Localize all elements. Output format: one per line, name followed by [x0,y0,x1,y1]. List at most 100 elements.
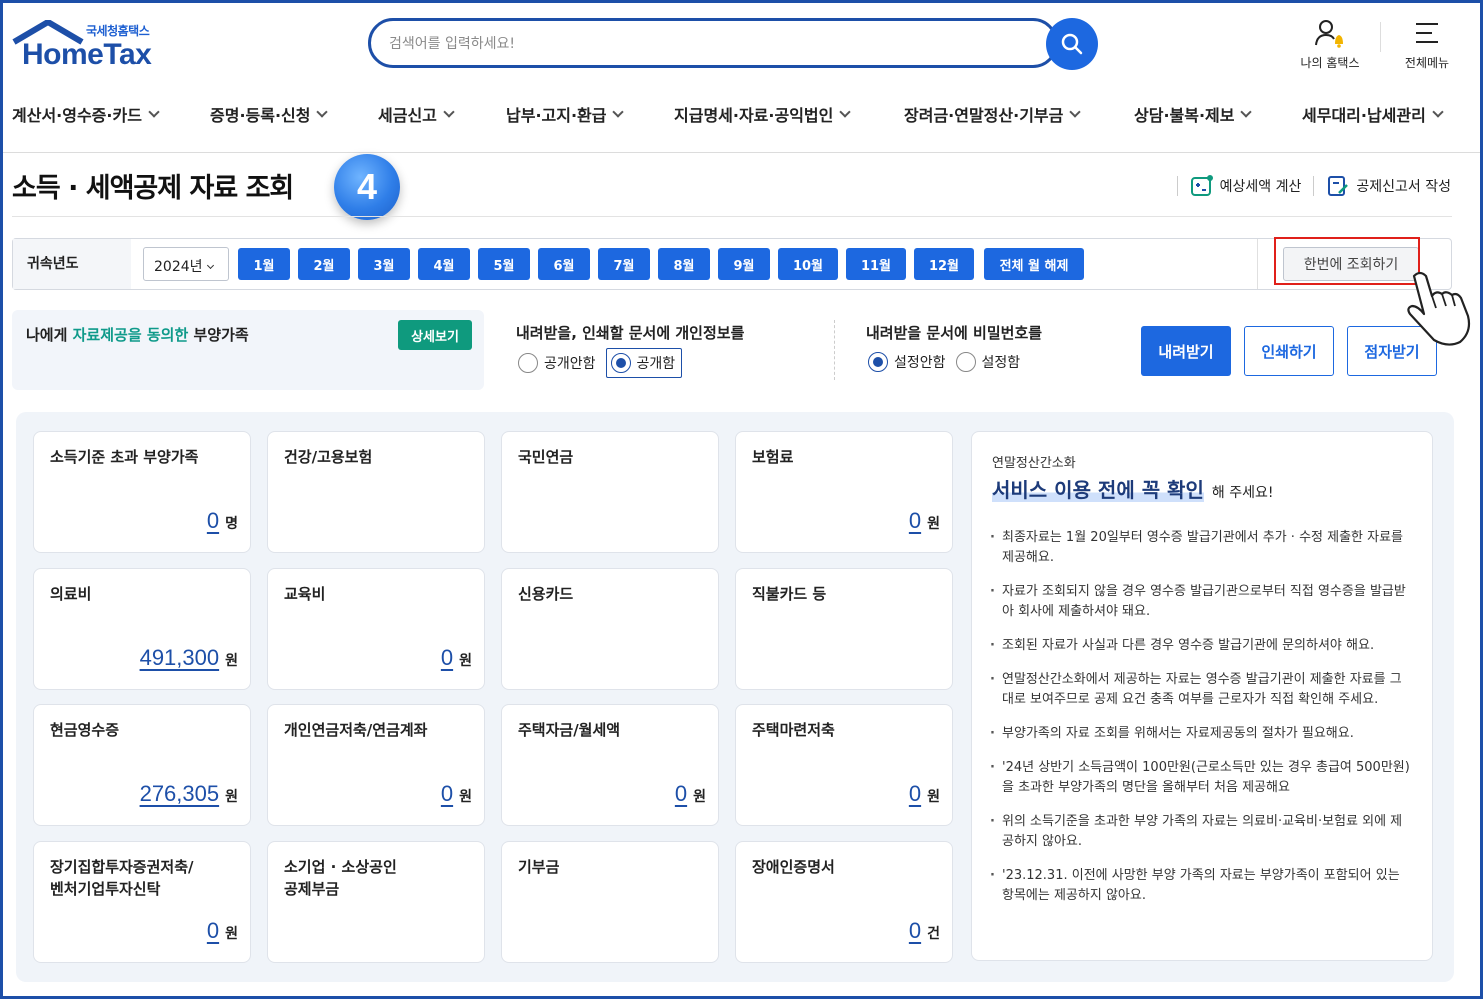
month-button-6[interactable]: 6월 [538,248,590,280]
clear-all-months-button[interactable]: 전체 월 해제 [984,248,1084,280]
deduction-card[interactable]: 교육비 0 원 [267,568,485,690]
chevron-down-icon [839,106,852,118]
card-amount-link[interactable]: 0 [441,645,453,671]
deduction-card[interactable]: 신용카드 [501,568,719,690]
card-unit: 원 [459,653,472,669]
month-button-1[interactable]: 1월 [238,248,290,280]
deduction-card[interactable]: 현금영수증 276,305 원 [33,704,251,826]
search-button[interactable] [1046,18,1098,70]
nav-item-consult[interactable]: 상담·불복·제보 [1134,102,1253,126]
deduction-card[interactable]: 기부금 [501,841,719,963]
notice-item: '23.12.31. 이전에 사망한 부양 가족의 자료는 부양가족이 포함되어… [990,866,1410,906]
nav-label: 지급명세·자료·공익법인 [674,106,834,125]
year-label: 귀속년도 [27,256,79,272]
my-hometax-link[interactable]: 나의 홈택스 [1292,18,1368,71]
card-unit: 명 [225,516,238,532]
card-value: 0원 [909,508,940,534]
deduction-card[interactable]: 국민연금 [501,431,719,553]
radio-label: 설정안함 [894,355,946,371]
hamburger-icon [1416,23,1438,43]
deduction-card[interactable]: 의료비 491,300 원 [33,568,251,690]
notice-item: 연말정산간소화에서 제공하는 자료는 영수증 발급기관이 제출한 자료를 그대로… [990,670,1410,710]
action-divider [1313,176,1315,196]
card-amount-link[interactable]: 0 [909,918,921,944]
card-title: 장기집합투자증권저축/ 벤처기업투자신탁 [50,858,194,898]
month-button-5[interactable]: 5월 [478,248,530,280]
card-value: 0원 [441,781,472,807]
card-amount-link[interactable]: 276,305 [140,781,220,807]
month-button-12[interactable]: 12월 [914,248,974,280]
card-title: 주택마련저축 [752,721,835,739]
chevron-down-icon [316,106,329,118]
deduction-card[interactable]: 소득기준 초과 부양가족 0 명 [33,431,251,553]
all-menu-button[interactable]: 전체메뉴 [1394,18,1460,71]
notice-panel: 연말정산간소화 서비스 이용 전에 꼭 확인 해 주세요! 최종자료는 1월 20… [971,431,1433,961]
notice-subtitle: 연말정산간소화 [992,456,1076,471]
search-input[interactable] [389,33,1029,55]
deduction-card[interactable]: 소기업 · 소상공인 공제부금 [267,841,485,963]
card-amount-link[interactable]: 0 [909,781,921,807]
card-unit: 원 [927,789,940,805]
privacy-radio-show[interactable]: 공개함 [605,348,683,378]
password-radio-set[interactable]: 설정함 [955,352,1020,372]
month-button-9[interactable]: 9월 [718,248,770,280]
privacy-radio-group: 공개안함 공개함 [518,348,692,378]
month-button-3[interactable]: 3월 [358,248,410,280]
consent-prefix: 나에게 [26,326,73,344]
radio-circle-checked [868,352,888,372]
card-amount-link[interactable]: 491,300 [140,645,220,671]
month-button-8[interactable]: 8월 [658,248,710,280]
estimate-tax-link[interactable]: 예상세액 계산 [1190,174,1301,198]
deduction-card[interactable]: 직불카드 등 [735,568,953,690]
download-button[interactable]: 내려받기 [1141,326,1231,376]
year-select[interactable]: 2024년 [143,247,229,281]
hometax-logo[interactable]: 국세청홈택스 HomeTax [12,18,172,74]
write-deduction-link[interactable]: 공제신고서 작성 [1326,174,1451,198]
radio-label: 공개안함 [544,356,596,372]
card-amount-link[interactable]: 0 [441,781,453,807]
card-amount-link[interactable]: 0 [675,781,687,807]
card-value: 0원 [441,645,472,671]
privacy-radio-hide[interactable]: 공개안함 [518,353,596,373]
detail-button[interactable]: 상세보기 [398,320,472,350]
deduction-card[interactable]: 주택마련저축 0 원 [735,704,953,826]
card-unit: 원 [927,516,940,532]
card-amount-link[interactable]: 0 [207,508,219,534]
month-button-10[interactable]: 10월 [778,248,838,280]
consent-highlight: 자료제공을 동의한 [72,326,189,344]
privacy-title: 내려받을, 인쇄할 문서에 개인정보를 [516,324,745,342]
nav-item-statements[interactable]: 지급명세·자료·공익법인 [674,102,852,126]
nav-item-certificates[interactable]: 증명·등록·신청 [210,102,329,126]
nav-item-payment[interactable]: 납부·고지·환급 [506,102,625,126]
card-title: 장애인증명서 [752,858,835,876]
nav-item-tax-report[interactable]: 세금신고 [378,102,455,126]
nav-item-receipts[interactable]: 계산서·영수증·카드 [12,102,160,126]
card-title: 기부금 [518,858,560,876]
month-button-2[interactable]: 2월 [298,248,350,280]
nav-label: 세금신고 [378,106,437,125]
chevron-down-icon [443,106,455,118]
card-unit: 건 [927,926,940,942]
search-bar [368,18,1058,68]
deduction-card[interactable]: 보험료 0 원 [735,431,953,553]
deduction-card[interactable]: 장기집합투자증권저축/ 벤처기업투자신탁 0 원 [33,841,251,963]
card-amount-link[interactable]: 0 [207,918,219,944]
deduction-card[interactable]: 주택자금/월세액 0 원 [501,704,719,826]
chevron-down-icon [148,106,160,118]
consent-text: 나에게 자료제공을 동의한 부양가족 [26,324,249,345]
nav-item-year-end[interactable]: 장려금·연말정산·기부금 [904,102,1082,126]
password-radio-none[interactable]: 설정안함 [868,352,946,372]
nav-item-agent[interactable]: 세무대리·납세관리 [1302,102,1444,126]
deduction-card[interactable]: 건강/고용보험 [267,431,485,553]
notice-item: 부양가족의 자료 조회를 위해서는 자료제공동의 절차가 필요해요. [990,724,1410,744]
deduction-card[interactable]: 장애인증명서 0 건 [735,841,953,963]
month-button-11[interactable]: 11월 [846,248,906,280]
card-amount-link[interactable]: 0 [909,508,921,534]
month-button-4[interactable]: 4월 [418,248,470,280]
header: 국세청홈택스 HomeTax 나의 홈택스 전체메뉴 [0,0,1483,92]
chevron-down-icon [1240,106,1253,118]
print-button[interactable]: 인쇄하기 [1244,326,1334,376]
deduction-card[interactable]: 개인연금저축/연금계좌 0 원 [267,704,485,826]
nav-label: 장려금·연말정산·기부금 [904,106,1064,125]
month-button-7[interactable]: 7월 [598,248,650,280]
